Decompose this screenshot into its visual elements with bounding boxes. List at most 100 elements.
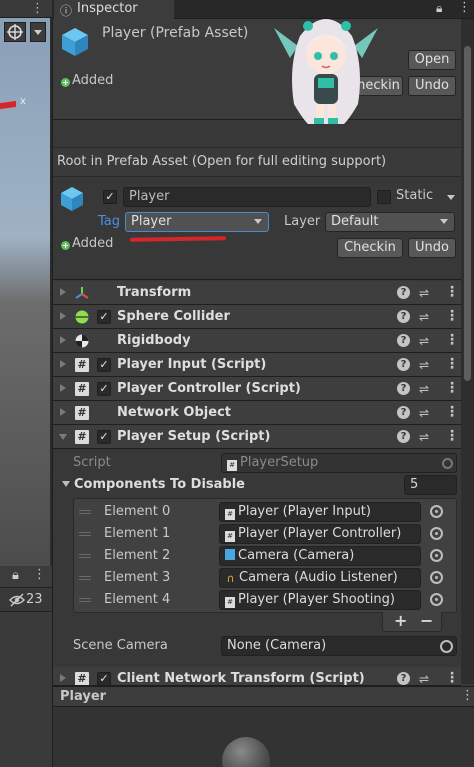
undo-button[interactable]: Undo (408, 238, 456, 258)
list-item[interactable]: Element 4 # Player (Player Shooting) (73, 589, 455, 610)
scene-view[interactable]: x (0, 18, 50, 566)
object-picker-icon[interactable] (430, 593, 443, 606)
more-menu-icon[interactable]: ⋮ (445, 284, 459, 300)
drag-handle-icon[interactable] (79, 598, 91, 602)
component-sphere-collider[interactable]: ✓ Sphere Collider ? ⇌ ⋮ (53, 305, 461, 329)
object-picker-icon[interactable] (440, 640, 453, 653)
list-item[interactable]: Element 3 ∩ Camera (Audio Listener) (73, 567, 455, 588)
foldout-arrow-icon[interactable] (60, 384, 66, 392)
gameobject-name-field[interactable]: Player (123, 187, 371, 207)
more-menu-icon[interactable]: ⋮ (445, 428, 459, 444)
drag-handle-icon[interactable] (79, 510, 91, 514)
preset-icon[interactable]: ⇌ (419, 672, 429, 685)
component-enabled-checkbox[interactable]: ✓ (97, 358, 111, 372)
info-icon: ⓘ (60, 4, 73, 18)
help-icon[interactable]: ? (397, 358, 410, 371)
element-value: Camera (Audio Listener) (239, 570, 398, 585)
tab-inspector[interactable]: ⓘ Inspector (54, 0, 174, 19)
element-object-field[interactable]: ∩ Camera (Audio Listener) (219, 568, 421, 588)
component-client-network-transform[interactable]: # ✓ Client Network Transform (Script) ? … (53, 667, 461, 686)
preset-icon[interactable]: ⇌ (419, 406, 429, 420)
array-size-field[interactable]: 5 (404, 475, 457, 495)
help-icon[interactable]: ? (397, 382, 410, 395)
help-icon[interactable]: ? (397, 286, 410, 299)
component-player-setup[interactable]: # ✓ Player Setup (Script) ? ⇌ ⋮ (53, 425, 461, 449)
foldout-arrow-icon[interactable] (62, 481, 70, 487)
add-element-button[interactable]: + (394, 611, 407, 630)
list-item[interactable]: Element 0 # Player (Player Input) (73, 501, 455, 522)
foldout-arrow-icon[interactable] (60, 360, 66, 368)
scrollbar-thumb[interactable] (464, 46, 471, 381)
object-picker-icon[interactable] (430, 505, 443, 518)
element-object-field[interactable]: # Player (Player Shooting) (219, 590, 421, 610)
help-icon[interactable]: ? (397, 310, 410, 323)
component-rigidbody[interactable]: Rigidbody ? ⇌ ⋮ (53, 329, 461, 353)
component-enabled-checkbox[interactable]: ✓ (97, 430, 111, 444)
foldout-arrow-icon[interactable] (60, 288, 66, 296)
list-item[interactable]: Element 1 # Player (Player Controller) (73, 523, 455, 544)
active-checkbox[interactable]: ✓ (103, 190, 117, 204)
list-item[interactable]: Element 2 Camera (Camera) (73, 545, 455, 566)
tag-dropdown[interactable]: Player (125, 212, 269, 232)
element-object-field[interactable]: # Player (Player Input) (219, 502, 421, 522)
more-menu-icon[interactable]: ⋮ (445, 356, 459, 372)
foldout-arrow-icon[interactable] (59, 434, 67, 440)
open-button[interactable]: Open (408, 50, 456, 70)
more-menu-icon[interactable]: ⋮ (445, 404, 459, 420)
static-dropdown-icon[interactable] (447, 195, 455, 200)
layer-dropdown[interactable]: Default (325, 212, 455, 232)
more-menu-icon[interactable]: ⋮ (458, 0, 471, 15)
lock-icon[interactable]: 🔒︎ (436, 1, 442, 16)
preset-icon[interactable]: ⇌ (419, 310, 429, 324)
foldout-arrow-icon[interactable] (60, 408, 66, 416)
drag-handle-icon[interactable] (79, 554, 91, 558)
script-icon: # (75, 406, 89, 420)
axis-x-handle[interactable] (0, 100, 16, 110)
more-menu-icon[interactable]: ⋮ (445, 380, 459, 396)
checkin-button[interactable]: Checkin (337, 238, 403, 258)
component-enabled-checkbox[interactable]: ✓ (97, 382, 111, 396)
component-player-input[interactable]: # ✓ Player Input (Script) ? ⇌ ⋮ (53, 353, 461, 377)
component-enabled-checkbox[interactable]: ✓ (97, 672, 111, 685)
more-menu-icon[interactable]: ⋮ (31, 1, 44, 16)
object-picker-icon[interactable] (430, 527, 443, 540)
static-checkbox[interactable] (377, 190, 391, 204)
hidden-eye-icon[interactable] (9, 593, 25, 607)
lock-icon[interactable]: 🔒︎ (12, 568, 19, 583)
help-icon[interactable]: ? (397, 672, 410, 685)
component-player-controller[interactable]: # ✓ Player Controller (Script) ? ⇌ ⋮ (53, 377, 461, 401)
added-plus-icon: + (61, 241, 70, 250)
preset-icon[interactable]: ⇌ (419, 286, 429, 300)
more-menu-icon[interactable]: ⋮ (33, 567, 46, 582)
gizmo-button[interactable] (4, 22, 26, 42)
scene-camera-field[interactable]: None (Camera) (221, 636, 457, 656)
foldout-arrow-icon[interactable] (60, 674, 66, 682)
gizmo-dropdown[interactable] (30, 22, 46, 42)
preview-header[interactable]: Player ⋮ (53, 686, 474, 707)
element-object-field[interactable]: Camera (Camera) (219, 546, 421, 566)
more-menu-icon[interactable]: ⋮ (445, 670, 459, 685)
preset-icon[interactable]: ⇌ (419, 430, 429, 444)
help-icon[interactable]: ? (397, 406, 410, 419)
object-picker-icon[interactable] (430, 571, 443, 584)
foldout-arrow-icon[interactable] (60, 336, 66, 344)
more-menu-icon[interactable]: ⋮ (445, 308, 459, 324)
component-enabled-checkbox[interactable]: ✓ (97, 310, 111, 324)
component-transform[interactable]: Transform ? ⇌ ⋮ (53, 281, 461, 305)
more-menu-icon[interactable]: ⋮ (461, 688, 474, 703)
undo-button-top[interactable]: Undo (408, 76, 456, 96)
element-object-field[interactable]: # Player (Player Controller) (219, 524, 421, 544)
remove-element-button[interactable]: − (420, 611, 433, 630)
component-network-object[interactable]: # Network Object ? ⇌ ⋮ (53, 401, 461, 425)
help-icon[interactable]: ? (397, 430, 410, 443)
preset-icon[interactable]: ⇌ (419, 358, 429, 372)
object-picker-icon[interactable] (430, 549, 443, 562)
help-icon[interactable]: ? (397, 334, 410, 347)
added-label: Added (72, 73, 114, 88)
preset-icon[interactable]: ⇌ (419, 334, 429, 348)
drag-handle-icon[interactable] (79, 576, 91, 580)
foldout-arrow-icon[interactable] (60, 312, 66, 320)
preset-icon[interactable]: ⇌ (419, 382, 429, 396)
drag-handle-icon[interactable] (79, 532, 91, 536)
more-menu-icon[interactable]: ⋮ (445, 332, 459, 348)
